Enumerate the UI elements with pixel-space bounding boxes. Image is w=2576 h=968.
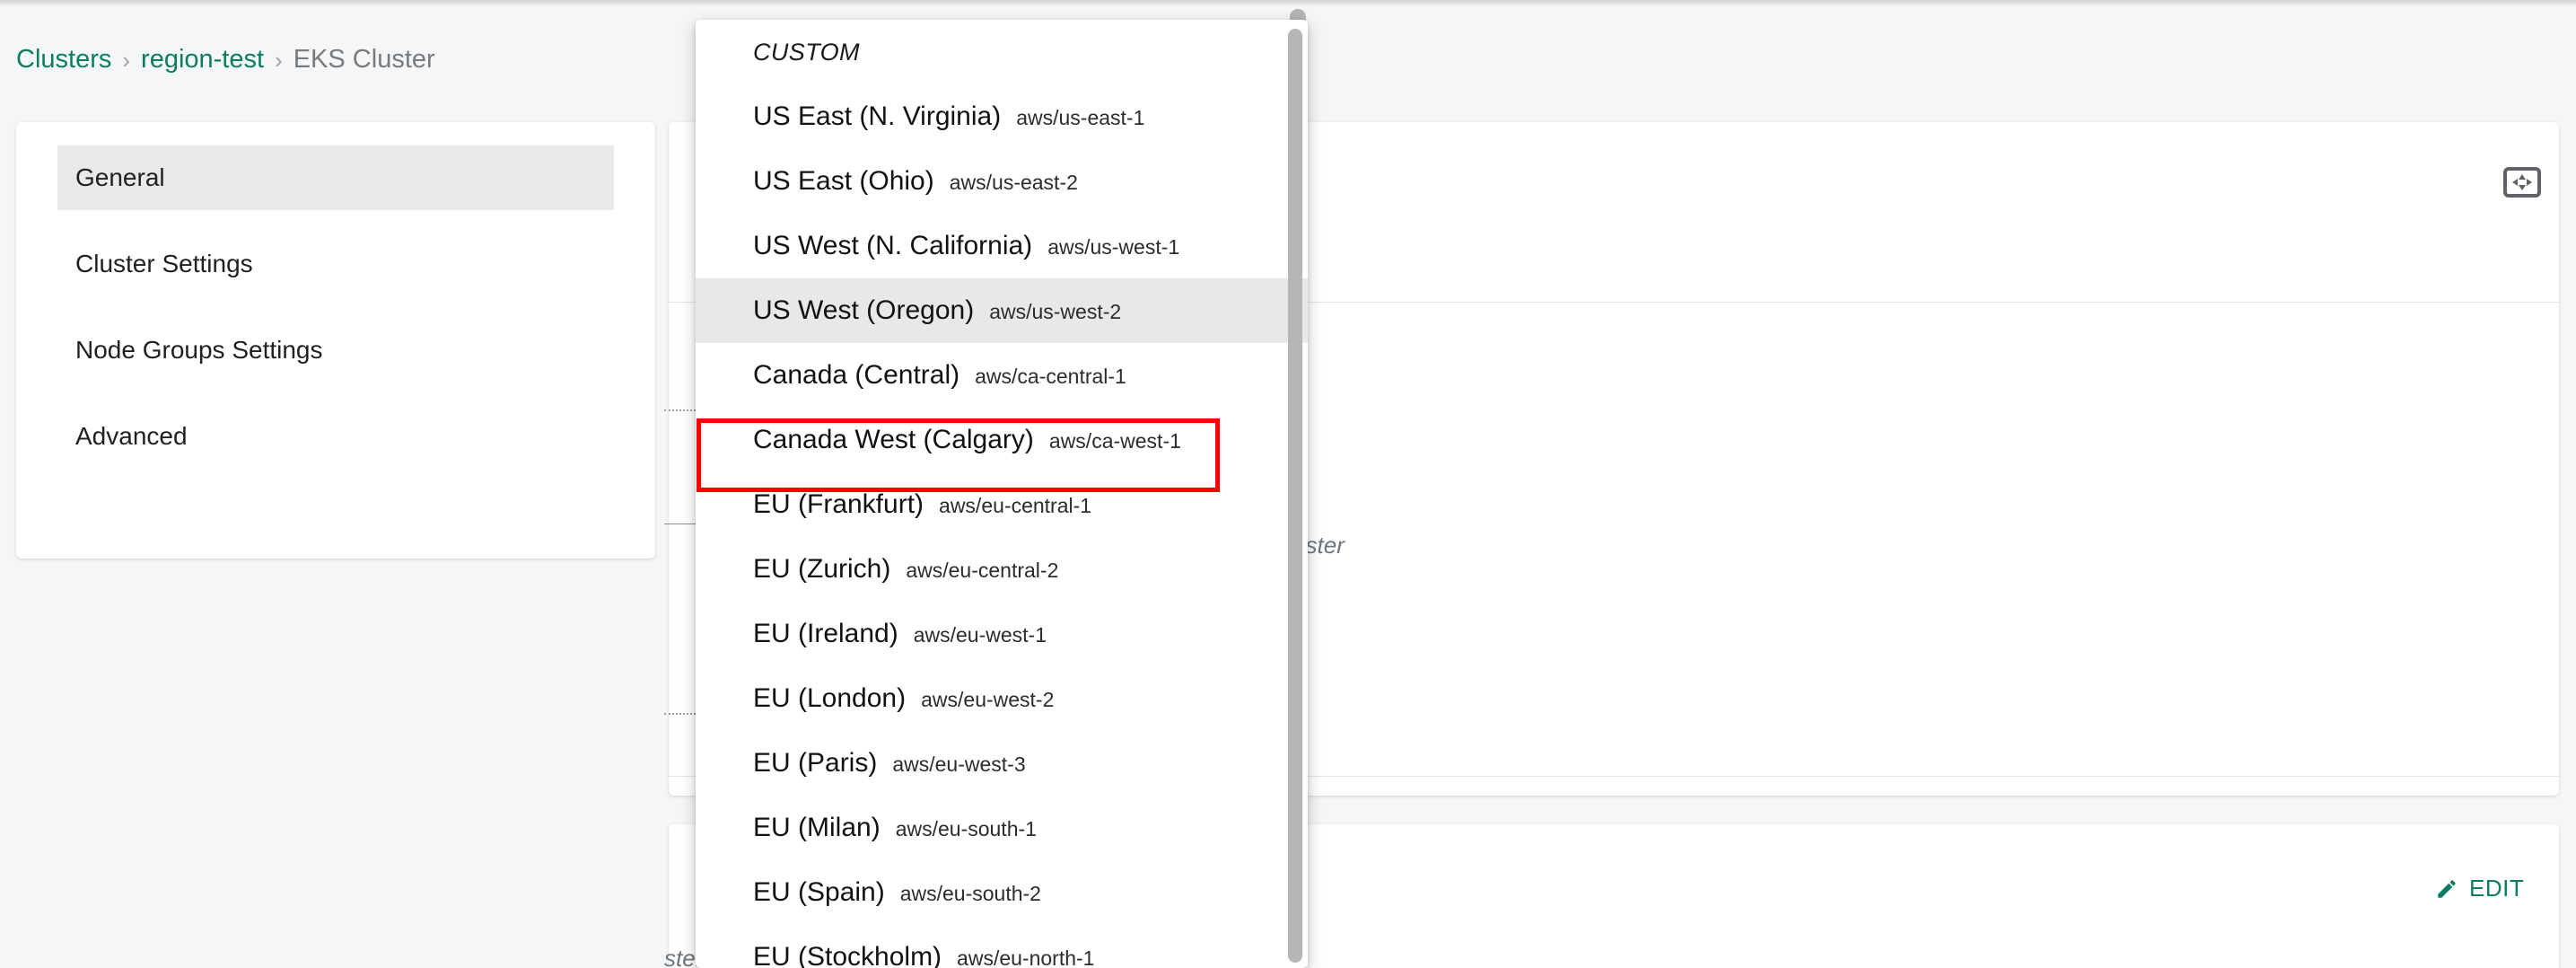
- region-option-name: EU (Spain): [753, 877, 885, 907]
- sidebar-item-advanced[interactable]: Advanced: [57, 404, 614, 469]
- breadcrumb-item-region-test[interactable]: region-test: [141, 47, 264, 73]
- region-option[interactable]: EU (London) aws/eu-west-2: [696, 666, 1308, 731]
- region-option-code: aws/us-west-2: [989, 300, 1122, 323]
- region-option-code: aws/us-east-2: [949, 171, 1078, 194]
- expand-arrows-glyph: [2503, 167, 2541, 198]
- region-option-code: aws/eu-central-2: [906, 559, 1059, 582]
- breadcrumb-item-clusters[interactable]: Clusters: [16, 47, 111, 73]
- region-option-code: aws/us-west-1: [1047, 235, 1180, 259]
- breadcrumb-item-eks-cluster: EKS Cluster: [293, 45, 435, 74]
- region-option[interactable]: EU (Zurich) aws/eu-central-2: [696, 537, 1308, 602]
- region-option-name: EU (Stockholm): [753, 942, 942, 968]
- region-option[interactable]: Canada West (Calgary) aws/ca-west-1: [696, 408, 1308, 472]
- region-option[interactable]: EU (Ireland) aws/eu-west-1: [696, 602, 1308, 666]
- sidebar-item-cluster-settings[interactable]: Cluster Settings: [57, 232, 614, 296]
- region-option[interactable]: EU (Spain) aws/eu-south-2: [696, 860, 1308, 925]
- region-option-code: aws/eu-west-3: [892, 752, 1026, 776]
- region-option-code: aws/eu-south-1: [895, 817, 1037, 840]
- sidebar-item-label: Advanced: [75, 422, 188, 450]
- breadcrumb-separator-icon: ›: [275, 46, 283, 74]
- region-option[interactable]: EU (Milan) aws/eu-south-1: [696, 796, 1308, 860]
- dropdown-scrollbar-thumb[interactable]: [1288, 29, 1302, 963]
- region-option[interactable]: EU (Frankfurt) aws/eu-central-1: [696, 472, 1308, 537]
- region-option-list: CUSTOM US East (N. Virginia) aws/us-east-1…: [696, 20, 1308, 968]
- region-option-name: EU (Zurich): [753, 554, 891, 584]
- sidebar-item-label: General: [75, 163, 165, 191]
- region-option-name: US East (N. Virginia): [753, 101, 1002, 131]
- edit-button[interactable]: EDIT: [2435, 875, 2524, 902]
- region-option-name: EU (Frankfurt): [753, 489, 924, 519]
- region-option-code: aws/ca-west-1: [1048, 429, 1181, 453]
- region-dropdown-panel[interactable]: CUSTOM US East (N. Virginia) aws/us-east-1…: [696, 20, 1308, 968]
- region-option-code: aws/eu-north-1: [957, 946, 1095, 968]
- region-option[interactable]: US West (Oregon) aws/us-west-2: [696, 278, 1308, 343]
- region-option-code: aws/ca-central-1: [975, 365, 1126, 388]
- region-option-name: EU (Paris): [753, 748, 878, 778]
- sidebar-item-node-groups-settings[interactable]: Node Groups Settings: [57, 318, 614, 383]
- pencil-icon: [2438, 879, 2456, 898]
- sidebar-card: General Cluster Settings Node Groups Set…: [16, 122, 655, 559]
- breadcrumb-separator-icon: ›: [122, 46, 131, 74]
- region-option-code: aws/eu-south-2: [899, 882, 1041, 905]
- breadcrumb: Clusters › region-test › EKS Cluster: [16, 47, 435, 73]
- region-option[interactable]: EU (Paris) aws/eu-west-3: [696, 731, 1308, 796]
- edit-button-label: EDIT: [2469, 875, 2525, 902]
- region-option-name: US West (N. California): [753, 231, 1033, 260]
- sidebar-item-label: Node Groups Settings: [75, 336, 323, 364]
- region-option[interactable]: US East (Ohio) aws/us-east-2: [696, 149, 1308, 214]
- sidebar-item-general[interactable]: General: [57, 145, 614, 210]
- region-option-name: US East (Ohio): [753, 166, 934, 196]
- region-option-name: EU (Milan): [753, 813, 881, 842]
- region-option-name: Canada (Central): [753, 360, 960, 390]
- region-option-name: EU (Ireland): [753, 619, 898, 648]
- region-option[interactable]: Canada (Central) aws/ca-central-1: [696, 343, 1308, 408]
- window-top-edge: [0, 0, 2576, 6]
- region-option-code: aws/eu-west-2: [921, 688, 1055, 711]
- region-option-code: aws/eu-central-1: [939, 494, 1092, 517]
- expand-arrows-icon[interactable]: [2503, 167, 2541, 198]
- region-group-label: CUSTOM: [753, 38, 860, 66]
- region-option-name: Canada West (Calgary): [753, 425, 1034, 454]
- region-option-name: US West (Oregon): [753, 295, 975, 325]
- app-root: Clusters › region-test › EKS Cluster Gen…: [0, 0, 2576, 968]
- sidebar-item-label: Cluster Settings: [75, 250, 253, 277]
- region-option[interactable]: US East (N. Virginia) aws/us-east-1: [696, 84, 1308, 149]
- region-option-name: EU (London): [753, 683, 907, 713]
- region-option[interactable]: US West (N. California) aws/us-west-1: [696, 214, 1308, 278]
- region-option[interactable]: EU (Stockholm) aws/eu-north-1: [696, 925, 1308, 968]
- region-option-code: aws/us-east-1: [1016, 106, 1145, 129]
- region-option-code: aws/eu-west-1: [913, 623, 1047, 647]
